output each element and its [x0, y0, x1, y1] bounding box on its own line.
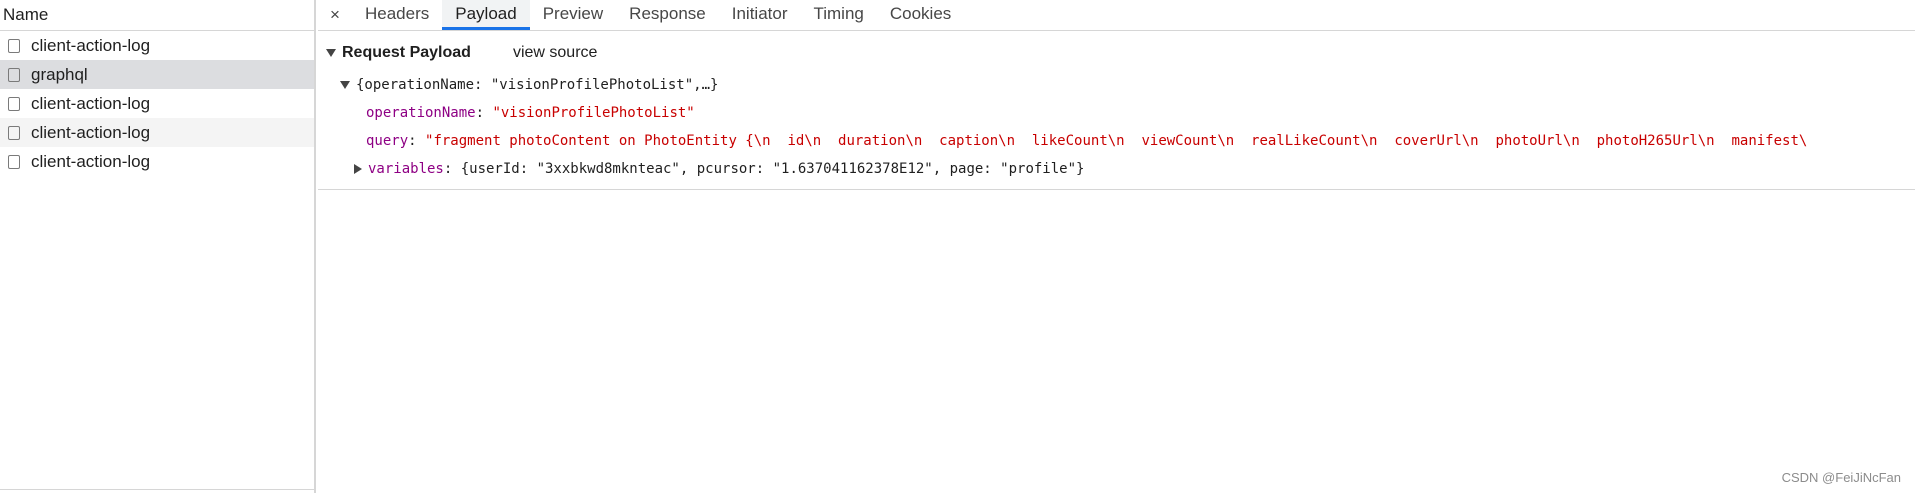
tab-timing[interactable]: Timing — [800, 0, 876, 30]
property-value: "visionProfilePhotoList" — [492, 105, 695, 121]
property-key: variables — [368, 161, 444, 177]
watermark: CSDN @FeiJiNcFan — [1781, 470, 1901, 485]
request-type-icon — [8, 96, 20, 111]
close-icon[interactable]: × — [318, 0, 352, 30]
request-name: client-action-log — [31, 93, 151, 113]
tab-response[interactable]: Response — [616, 0, 719, 30]
tab-initiator[interactable]: Initiator — [719, 0, 801, 30]
root-object-summary: {operationName: "visionProfilePhotoList"… — [356, 77, 719, 93]
property-value: {userId: "3xxbkwd8mknteac", pcursor: "1.… — [460, 161, 1085, 177]
tab-cookies[interactable]: Cookies — [877, 0, 964, 30]
operation-name-property[interactable]: operationName: "visionProfilePhotoList" — [318, 99, 1915, 127]
request-name: client-action-log — [31, 122, 151, 142]
property-value: "fragment photoContent on PhotoEntity {\… — [425, 133, 1808, 149]
details-tabbar: × Headers Payload Preview Response Initi… — [318, 0, 1915, 31]
request-type-icon — [8, 38, 20, 53]
divider — [0, 489, 314, 490]
request-row[interactable]: client-action-log — [0, 89, 314, 118]
variables-property[interactable]: variables: {userId: "3xxbkwd8mknteac", p… — [318, 155, 1915, 183]
request-row-selected[interactable]: graphql — [0, 60, 314, 89]
colon: : — [408, 133, 426, 149]
query-property[interactable]: query: "fragment photoContent on PhotoEn… — [318, 127, 1915, 155]
devtools-network-panel: Name client-action-log graphql client-ac… — [0, 0, 1915, 493]
payload-header-row: Request Payload view source — [318, 41, 1915, 65]
request-type-icon — [8, 125, 20, 140]
request-type-icon — [8, 154, 20, 169]
view-source-link[interactable]: view source — [513, 44, 597, 62]
request-row[interactable]: client-action-log — [0, 118, 314, 147]
request-name: client-action-log — [31, 151, 151, 171]
expand-triangle-icon[interactable] — [354, 164, 362, 174]
request-name: client-action-log — [31, 35, 151, 55]
request-row[interactable]: client-action-log — [0, 31, 314, 60]
request-list-panel: Name client-action-log graphql client-ac… — [0, 0, 316, 493]
property-key: query — [366, 133, 409, 149]
request-name: graphql — [31, 64, 88, 84]
request-details-panel: × Headers Payload Preview Response Initi… — [318, 0, 1915, 493]
payload-title[interactable]: Request Payload — [342, 44, 471, 62]
request-type-icon — [8, 67, 20, 82]
expand-triangle-icon[interactable] — [326, 49, 336, 57]
name-column-header[interactable]: Name — [0, 0, 314, 31]
colon: : — [475, 105, 493, 121]
tab-payload[interactable]: Payload — [442, 0, 530, 30]
request-row[interactable]: client-action-log — [0, 147, 314, 176]
expand-triangle-icon[interactable] — [340, 81, 350, 89]
request-payload-section: Request Payload view source {operationNa… — [318, 31, 1915, 190]
tab-preview[interactable]: Preview — [530, 0, 616, 30]
tab-headers[interactable]: Headers — [352, 0, 442, 30]
colon: : — [443, 161, 461, 177]
property-key: operationName — [366, 105, 476, 121]
payload-root-object[interactable]: {operationName: "visionProfilePhotoList"… — [318, 71, 1915, 99]
